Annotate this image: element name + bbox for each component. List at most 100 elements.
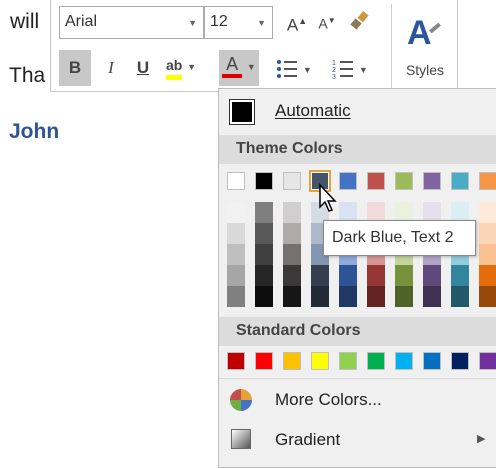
theme-shade-swatch[interactable]	[479, 286, 496, 307]
theme-shade-swatch[interactable]	[311, 286, 329, 307]
standard-color-swatch[interactable]	[311, 352, 329, 370]
theme-color-swatch[interactable]	[367, 172, 385, 190]
color-wheel-icon	[230, 389, 252, 411]
theme-shade-swatch[interactable]	[255, 244, 273, 265]
color-tooltip: Dark Blue, Text 2	[323, 220, 476, 256]
automatic-color-swatch	[229, 99, 255, 125]
format-painter-icon	[350, 11, 369, 30]
bullet-list-icon	[277, 59, 298, 78]
italic-button[interactable]: I	[97, 53, 125, 83]
font-color-bar	[222, 74, 243, 78]
theme-shade-swatch[interactable]	[227, 202, 245, 223]
styles-icon: A	[407, 14, 441, 52]
theme-shade-swatch[interactable]	[255, 286, 273, 307]
theme-shade-swatch[interactable]	[255, 265, 273, 286]
format-painter-button[interactable]	[345, 6, 373, 36]
chevron-down-icon[interactable]: ▼	[247, 62, 256, 72]
theme-shade-swatch[interactable]	[423, 265, 441, 286]
theme-shade-swatch[interactable]	[339, 265, 357, 286]
theme-shade-swatch[interactable]	[339, 286, 357, 307]
chevron-down-icon[interactable]: ▼	[303, 65, 312, 75]
theme-shade-swatch[interactable]	[479, 244, 496, 265]
automatic-label: Automatic	[275, 101, 351, 120]
theme-shade-swatch[interactable]	[255, 202, 273, 223]
font-color-dropdown: Automatic Theme Colors Standard Colors M…	[218, 88, 496, 468]
mouse-pointer-icon	[319, 183, 337, 212]
styles-button[interactable]: A Styles	[396, 4, 454, 88]
standard-color-swatch[interactable]	[367, 352, 385, 370]
highlight-color-bar	[166, 75, 183, 80]
standard-color-swatch[interactable]	[227, 352, 245, 370]
theme-shade-swatch[interactable]	[255, 223, 273, 244]
bold-button[interactable]: B	[59, 50, 91, 86]
gradient-label: Gradient	[275, 430, 341, 449]
chevron-down-icon[interactable]: ▼	[187, 62, 196, 72]
font-name-value: Arial	[65, 13, 98, 30]
standard-color-swatch[interactable]	[479, 352, 496, 370]
theme-shade-swatch[interactable]	[479, 223, 496, 244]
svg-text:A: A	[407, 14, 432, 52]
theme-color-swatch[interactable]	[227, 172, 245, 190]
highlight-icon: ab	[166, 56, 183, 80]
gradient-menu-item[interactable]: Gradient ▶	[219, 420, 496, 458]
theme-shade-swatch[interactable]	[311, 265, 329, 286]
standard-color-swatch[interactable]	[451, 352, 469, 370]
bullets-button[interactable]: ▼	[273, 53, 315, 83]
chevron-right-icon: ▶	[477, 433, 486, 445]
theme-shade-swatch[interactable]	[395, 286, 413, 307]
underline-button[interactable]: U	[129, 53, 157, 83]
theme-shade-swatch[interactable]	[423, 286, 441, 307]
menu-divider	[219, 378, 496, 379]
theme-shade-swatch[interactable]	[283, 202, 301, 223]
theme-shade-swatch[interactable]	[227, 244, 245, 265]
document-text-line-3: John	[9, 120, 60, 143]
document-text-line-2: Tha	[9, 64, 46, 87]
theme-color-swatch[interactable]	[451, 172, 469, 190]
theme-shade-swatch[interactable]	[367, 286, 385, 307]
theme-color-swatch[interactable]	[479, 172, 496, 190]
font-name-combobox[interactable]: Arial ▼	[59, 6, 204, 39]
more-colors-menu-item[interactable]: More Colors...	[219, 380, 496, 418]
theme-color-swatch[interactable]	[255, 172, 273, 190]
svg-text:2: 2	[332, 67, 336, 74]
numbering-button[interactable]: 1 2 3 ▼	[327, 53, 373, 83]
theme-colors-heading: Theme Colors	[219, 135, 496, 164]
theme-shade-swatch[interactable]	[283, 286, 301, 307]
svg-text:3: 3	[332, 74, 336, 80]
theme-shade-swatch[interactable]	[395, 265, 413, 286]
chevron-down-icon[interactable]: ▼	[257, 18, 266, 28]
shrink-font-button[interactable]: A▼	[313, 6, 341, 36]
theme-shade-swatch[interactable]	[227, 286, 245, 307]
standard-color-swatch[interactable]	[395, 352, 413, 370]
shrink-font-icon: A	[318, 15, 328, 32]
theme-shade-swatch[interactable]	[227, 223, 245, 244]
highlight-button[interactable]: ab ▼	[163, 50, 199, 80]
svg-text:1: 1	[332, 60, 336, 67]
font-color-icon: A	[222, 54, 243, 78]
standard-color-swatch[interactable]	[283, 352, 301, 370]
font-color-button[interactable]: A ▼	[219, 50, 259, 86]
theme-shade-swatch[interactable]	[367, 265, 385, 286]
mini-toolbar: Arial ▼ 12 ▼ A▲ A▼ B I U ab ▼ A ▼ ▼ 1 2 …	[50, 0, 458, 92]
toolbar-divider	[391, 4, 392, 88]
automatic-color-option[interactable]: Automatic	[219, 89, 496, 131]
theme-shade-swatch[interactable]	[227, 265, 245, 286]
theme-shade-swatch[interactable]	[283, 223, 301, 244]
theme-shade-swatch[interactable]	[479, 265, 496, 286]
grow-font-button[interactable]: A▲	[283, 6, 311, 36]
standard-color-swatch[interactable]	[339, 352, 357, 370]
theme-shade-swatch[interactable]	[479, 202, 496, 223]
standard-color-swatch[interactable]	[255, 352, 273, 370]
chevron-down-icon[interactable]: ▼	[359, 65, 368, 75]
styles-label: Styles	[405, 62, 445, 78]
theme-shade-swatch[interactable]	[451, 286, 469, 307]
standard-color-swatch[interactable]	[423, 352, 441, 370]
chevron-down-icon[interactable]: ▼	[188, 18, 197, 28]
font-size-combobox[interactable]: 12 ▼	[204, 6, 273, 39]
theme-shade-swatch[interactable]	[283, 265, 301, 286]
theme-shade-swatch[interactable]	[283, 244, 301, 265]
theme-shade-swatch[interactable]	[451, 265, 469, 286]
theme-color-swatch[interactable]	[395, 172, 413, 190]
theme-color-swatch[interactable]	[423, 172, 441, 190]
theme-color-swatch[interactable]	[283, 172, 301, 190]
